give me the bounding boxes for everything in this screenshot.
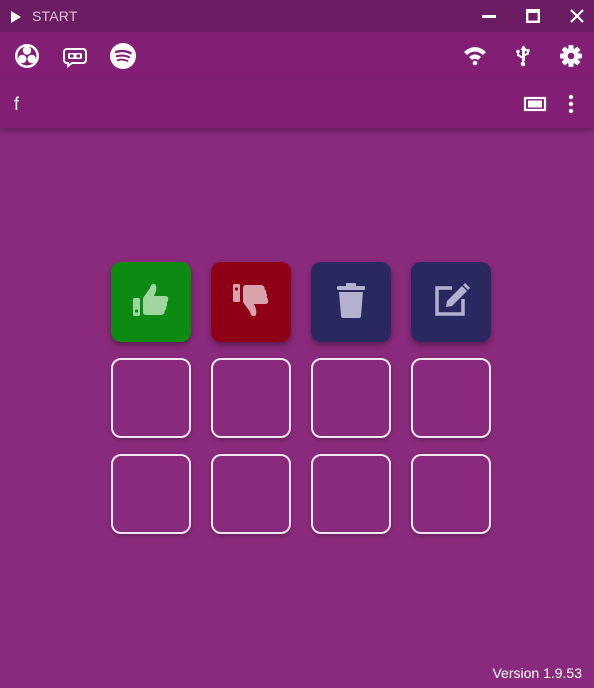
empty-key-slot[interactable]: [411, 454, 491, 534]
button-grid: [111, 262, 491, 534]
usb-icon[interactable]: [509, 42, 537, 70]
empty-key-slot[interactable]: [311, 358, 391, 438]
empty-key-slot[interactable]: [111, 454, 191, 534]
wifi-icon[interactable]: [461, 42, 489, 70]
empty-key-slot[interactable]: [211, 454, 291, 534]
play-icon[interactable]: [10, 10, 22, 28]
profile-bar: f: [0, 80, 594, 128]
gear-icon[interactable]: [557, 42, 585, 70]
close-button[interactable]: [566, 6, 588, 26]
profile-name[interactable]: f: [14, 94, 19, 115]
version-label: Version 1.9.53: [492, 665, 582, 681]
more-vert-icon[interactable]: [557, 90, 585, 118]
streamlabs-icon[interactable]: [61, 42, 89, 70]
title-bar: START: [0, 0, 594, 32]
obs-icon[interactable]: [13, 42, 41, 70]
empty-key-slot[interactable]: [211, 358, 291, 438]
empty-key-slot[interactable]: [111, 358, 191, 438]
thumbs-up-icon: [131, 280, 171, 325]
edit-icon: [431, 280, 471, 325]
trash-icon: [333, 280, 369, 325]
thumbs-down-icon: [231, 280, 271, 325]
delete-button[interactable]: [311, 262, 391, 342]
window-title: START: [32, 8, 78, 24]
spotify-icon[interactable]: [109, 42, 137, 70]
empty-key-slot[interactable]: [311, 454, 391, 534]
thumbs-down-button[interactable]: [211, 262, 291, 342]
screen-icon[interactable]: [521, 90, 549, 118]
edit-button[interactable]: [411, 262, 491, 342]
minimize-button[interactable]: [478, 6, 500, 26]
maximize-button[interactable]: [522, 6, 544, 26]
toolbar: [0, 32, 594, 80]
thumbs-up-button[interactable]: [111, 262, 191, 342]
empty-key-slot[interactable]: [411, 358, 491, 438]
